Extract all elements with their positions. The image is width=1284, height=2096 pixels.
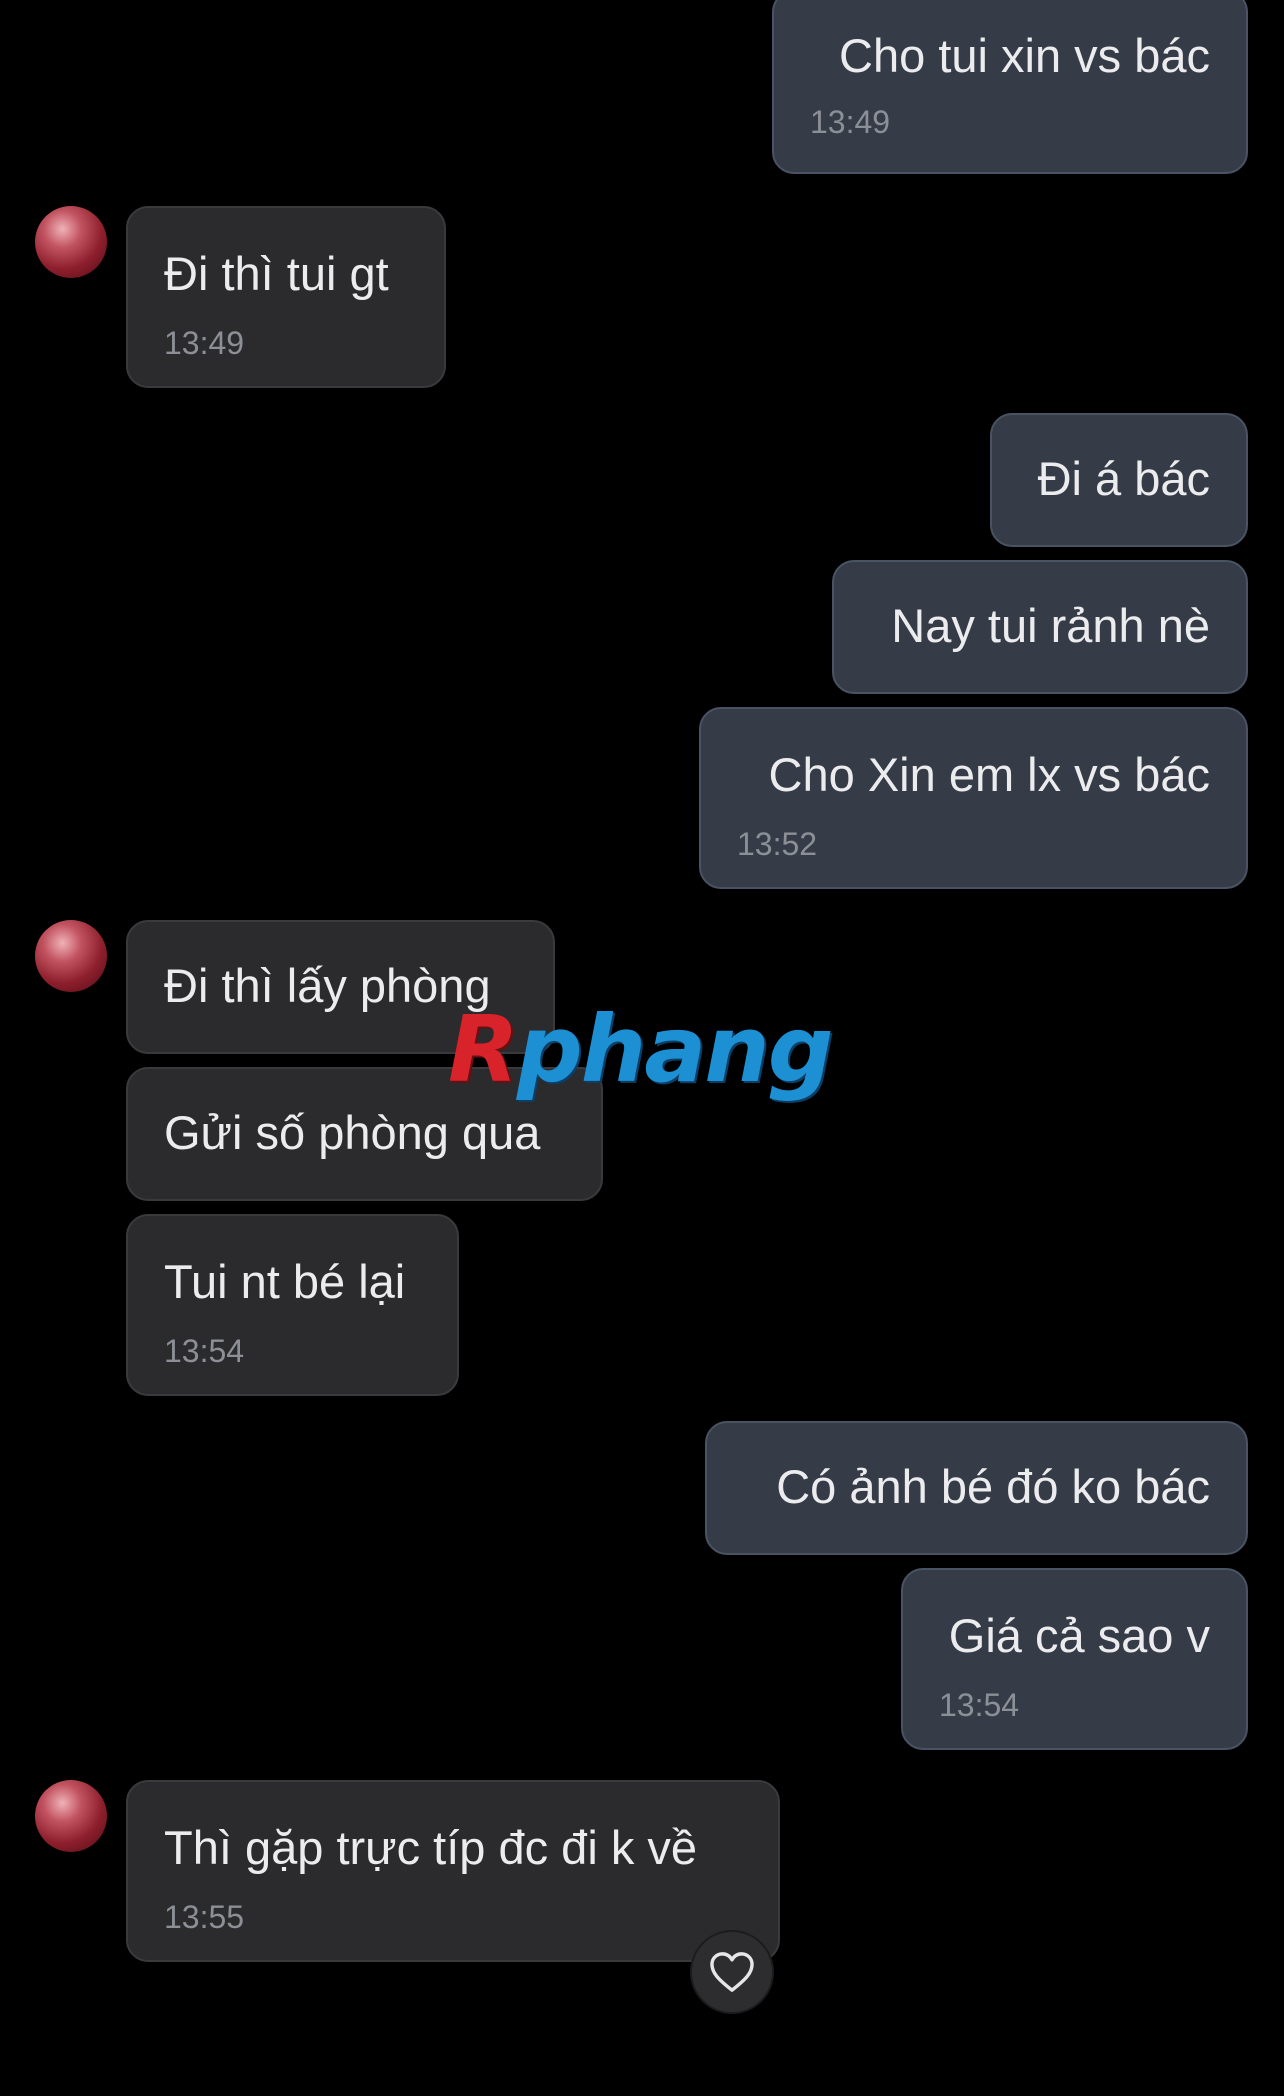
message-timestamp: 13:54	[939, 1687, 1020, 1723]
message-timestamp: 13:52	[737, 826, 818, 862]
contact-avatar[interactable]	[35, 1780, 107, 1852]
outgoing-message[interactable]: Có ảnh bé đó ko bác	[705, 1421, 1248, 1555]
message-text: Đi á bác	[1037, 452, 1210, 505]
message-timestamp: 13:54	[164, 1333, 245, 1369]
message-text: Cho Xin em lx vs bác	[768, 748, 1210, 801]
message-timestamp: 13:55	[164, 1899, 245, 1935]
outgoing-message[interactable]: Đi á bác	[990, 413, 1248, 547]
outgoing-message[interactable]: Nay tui rảnh nè	[832, 560, 1248, 694]
incoming-message[interactable]: Thì gặp trực típ đc đi k về 13:55	[126, 1780, 780, 1962]
message-text: Cho tui xin vs bác	[839, 29, 1210, 82]
message-text: Có ảnh bé đó ko bác	[776, 1460, 1210, 1513]
message-timestamp: 13:49	[164, 325, 245, 361]
message-timestamp: 13:49	[810, 104, 891, 140]
message-text: Tui nt bé lại	[164, 1255, 406, 1308]
watermark-text: phang	[516, 996, 834, 1103]
like-reaction-button[interactable]	[690, 1930, 774, 2014]
contact-avatar[interactable]	[35, 920, 107, 992]
outgoing-message[interactable]: Cho tui xin vs bác 13:49	[772, 0, 1248, 174]
message-text: Nay tui rảnh nè	[891, 599, 1210, 652]
watermark-logo: Rphang	[448, 1000, 834, 1100]
message-text: Gửi số phòng qua	[164, 1106, 541, 1159]
watermark-letter: R	[448, 996, 519, 1103]
message-text: Giá cả sao v	[948, 1609, 1210, 1662]
contact-avatar[interactable]	[35, 206, 107, 278]
incoming-message[interactable]: Đi thì tui gt 13:49	[126, 206, 446, 388]
message-text: Thì gặp trực típ đc đi k về	[164, 1821, 698, 1874]
outgoing-message[interactable]: Giá cả sao v 13:54	[901, 1568, 1248, 1750]
outgoing-message[interactable]: Cho Xin em lx vs bác 13:52	[699, 707, 1248, 889]
heart-outline-icon	[710, 1952, 754, 1992]
message-text: Đi thì tui gt	[164, 247, 389, 300]
incoming-message[interactable]: Tui nt bé lại 13:54	[126, 1214, 459, 1396]
